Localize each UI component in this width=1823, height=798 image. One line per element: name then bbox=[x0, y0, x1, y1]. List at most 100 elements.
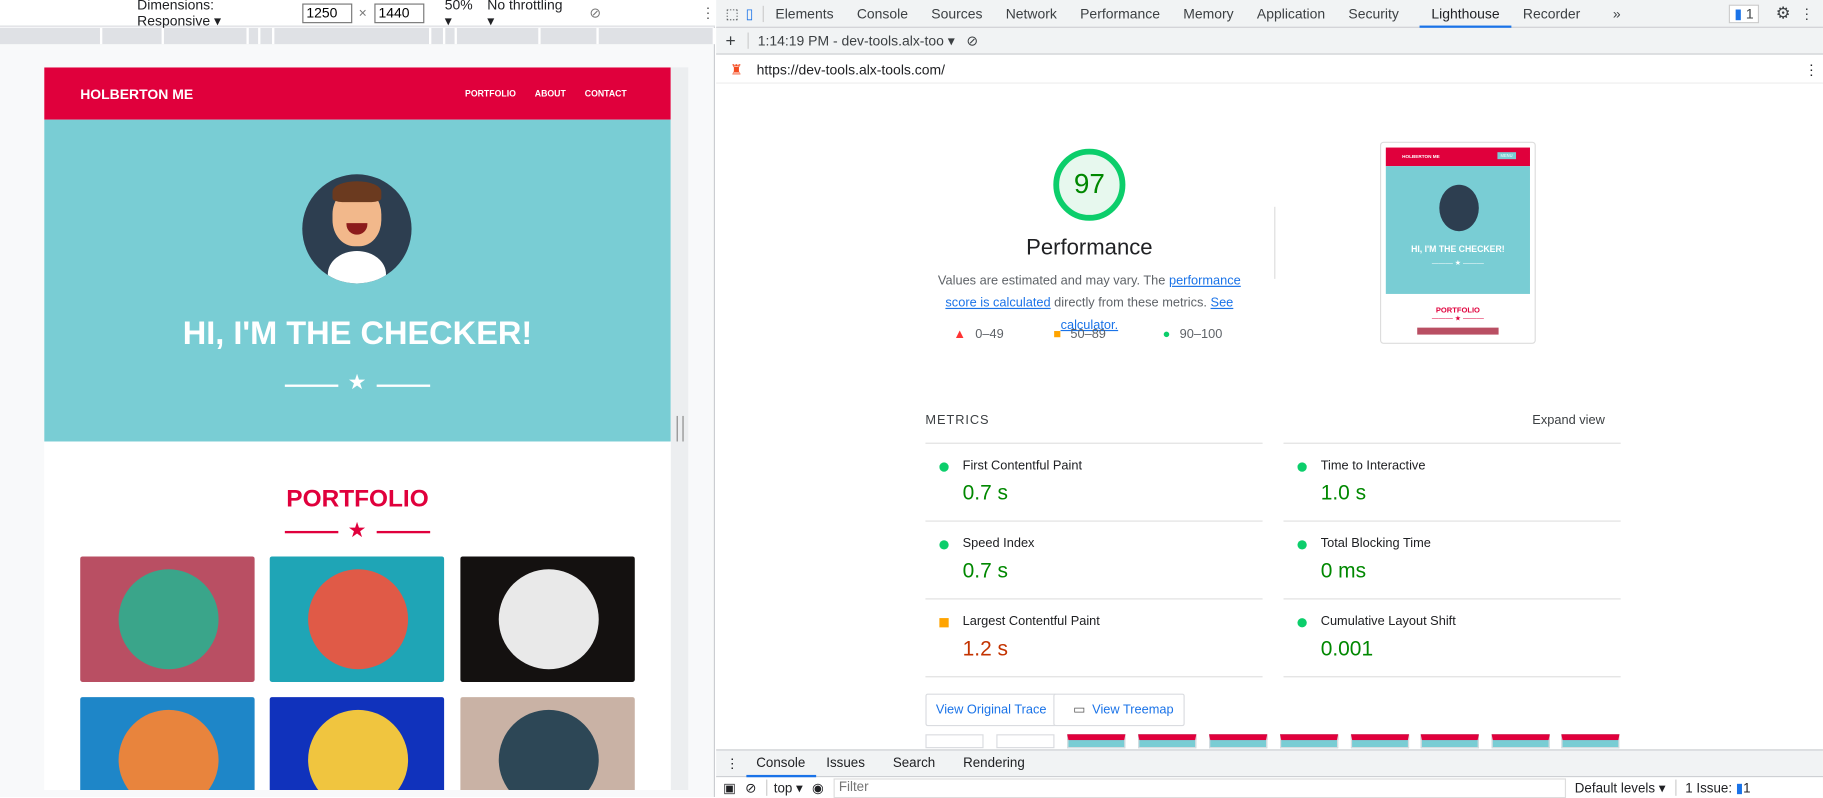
metric-tti: Time to Interactive 1.0 s bbox=[1283, 444, 1621, 522]
tab-lighthouse[interactable]: Lighthouse bbox=[1419, 0, 1512, 28]
tab-application[interactable]: Application bbox=[1245, 0, 1337, 27]
console-issues-button[interactable]: 1 Issue: ▮1 bbox=[1674, 779, 1751, 796]
zoom-select[interactable]: 50% ▾ bbox=[445, 0, 481, 29]
new-report-icon[interactable]: + bbox=[725, 31, 735, 51]
portfolio-tile-cabin[interactable] bbox=[80, 556, 255, 682]
live-expression-icon[interactable]: ◉ bbox=[812, 780, 824, 796]
times-sign: × bbox=[358, 4, 367, 21]
star-icon: ★ bbox=[347, 518, 367, 542]
console-toolbar: ▣ ⊘ top ▾ ◉ Default levels ▾ 1 Issue: ▮1 bbox=[716, 777, 1823, 798]
site-navbar: HOLBERTON ME PORTFOLIO ABOUT CONTACT bbox=[44, 67, 671, 120]
console-filter-input[interactable] bbox=[833, 777, 1566, 798]
drawer-tab-search[interactable]: Search bbox=[882, 750, 945, 777]
issues-badge[interactable]: ▮ 1 bbox=[1728, 4, 1760, 23]
metric-tbt: Total Blocking Time 0 ms bbox=[1283, 522, 1621, 600]
star-icon: ★ bbox=[347, 370, 367, 394]
tab-recorder[interactable]: Recorder bbox=[1511, 0, 1592, 27]
pass-circle-icon: ● bbox=[1162, 327, 1171, 342]
score-value: 97 bbox=[1073, 168, 1105, 200]
sidebar-toggle-icon[interactable]: ▣ bbox=[723, 780, 736, 796]
log-levels-select[interactable]: Default levels ▾ bbox=[1575, 780, 1666, 796]
tab-sources[interactable]: Sources bbox=[920, 0, 994, 27]
divider bbox=[1274, 206, 1276, 279]
report-select[interactable]: 1:14:19 PM - dev-tools.alx-too ▾ bbox=[747, 32, 955, 49]
drawer-tab-console[interactable]: Console bbox=[745, 750, 816, 777]
context-select[interactable]: top ▾ bbox=[765, 779, 803, 796]
report-menu-icon[interactable]: ⋮ bbox=[1804, 61, 1818, 77]
pass-circle-icon bbox=[1297, 540, 1307, 550]
clear-icon[interactable]: ⊘ bbox=[966, 33, 978, 49]
throttling-label: No throttling bbox=[487, 0, 563, 13]
view-treemap-button[interactable]: ▭ View Treemap bbox=[1053, 693, 1185, 727]
metric-name: Time to Interactive bbox=[1320, 458, 1426, 473]
site-nav-contact[interactable]: CONTACT bbox=[585, 88, 627, 98]
device-toolbar: Dimensions: Responsive ▾ × 50% ▾ No thro… bbox=[0, 0, 715, 29]
thumb-title: HI, I'M THE CHECKER! bbox=[1411, 243, 1505, 255]
metric-lcp: Largest Contentful Paint 1.2 s bbox=[925, 599, 1263, 678]
thumb-menu: MENU bbox=[1497, 152, 1517, 160]
drawer-menu-icon[interactable]: ⋮ bbox=[716, 755, 746, 771]
filmstrip-frame bbox=[1350, 734, 1410, 749]
resize-handle[interactable] bbox=[676, 415, 684, 442]
filmstrip-frame bbox=[1420, 734, 1479, 749]
dimensions-select[interactable]: Dimensions: Responsive ▾ bbox=[137, 0, 288, 29]
tab-security[interactable]: Security bbox=[1337, 0, 1411, 27]
lighthouse-icon: ♜ bbox=[730, 60, 743, 78]
emulated-page: HOLBERTON ME PORTFOLIO ABOUT CONTACT HI,… bbox=[44, 67, 671, 791]
portfolio-tile-gamepad[interactable] bbox=[80, 697, 255, 791]
zoom-label: 50% bbox=[444, 0, 473, 13]
metric-cls: Cumulative Layout Shift 0.001 bbox=[1283, 599, 1621, 678]
more-icon[interactable]: ⋮ bbox=[1800, 5, 1814, 21]
thumb-brand: HOLBERTON ME bbox=[1402, 153, 1440, 160]
more-options-icon[interactable]: ⋮ bbox=[701, 5, 715, 21]
site-brand[interactable]: HOLBERTON ME bbox=[80, 86, 193, 102]
filmstrip-frame bbox=[1209, 734, 1268, 749]
height-input[interactable] bbox=[373, 2, 424, 23]
device-toggle-icon[interactable]: ▯ bbox=[746, 5, 764, 22]
more-tabs-button[interactable]: » bbox=[1601, 0, 1632, 27]
tab-network[interactable]: Network bbox=[994, 0, 1068, 27]
width-input[interactable] bbox=[301, 2, 352, 23]
site-nav-portfolio[interactable]: PORTFOLIO bbox=[465, 88, 516, 98]
portfolio-tile-cake[interactable] bbox=[269, 556, 445, 682]
metric-value: 1.2 s bbox=[962, 636, 1009, 660]
portfolio-tile-safe[interactable] bbox=[269, 697, 445, 791]
report-select-label: 1:14:19 PM - dev-tools.alx-too bbox=[757, 32, 944, 49]
pass-circle-icon bbox=[1297, 462, 1307, 472]
issues-count: 1 bbox=[1745, 5, 1754, 22]
throttling-select[interactable]: No throttling ▾ bbox=[487, 0, 566, 29]
portfolio-tile-submarine[interactable] bbox=[460, 697, 635, 791]
metric-name: Cumulative Layout Shift bbox=[1320, 614, 1456, 629]
filmstrip-frame bbox=[996, 734, 1055, 749]
expand-view-toggle[interactable]: Expand view bbox=[1532, 414, 1605, 428]
tab-memory[interactable]: Memory bbox=[1172, 0, 1246, 27]
pass-circle-icon bbox=[939, 462, 949, 472]
tab-elements[interactable]: Elements bbox=[764, 0, 845, 27]
site-nav-about[interactable]: ABOUT bbox=[535, 88, 566, 98]
media-query-bar[interactable] bbox=[0, 27, 715, 45]
metric-si: Speed Index 0.7 s bbox=[925, 522, 1263, 600]
clear-console-icon[interactable]: ⊘ bbox=[745, 780, 756, 796]
inspect-icon[interactable]: ⬚ bbox=[716, 5, 745, 21]
report-url[interactable]: https://dev-tools.alx-tools.com/ bbox=[757, 61, 945, 77]
metric-value: 0.001 bbox=[1320, 636, 1374, 660]
view-trace-button[interactable]: View Original Trace bbox=[925, 693, 1058, 727]
portfolio-tile-circus[interactable] bbox=[460, 556, 635, 682]
devtools-panel: ⬚ ▯ Elements Console Sources Network Per… bbox=[716, 0, 1823, 798]
desc-text: directly from these metrics. bbox=[1050, 296, 1211, 311]
filmstrip-frame bbox=[1138, 734, 1197, 749]
treemap-icon: ▭ bbox=[1073, 702, 1086, 717]
tab-console[interactable]: Console bbox=[845, 0, 919, 27]
rotate-icon[interactable]: ⊘ bbox=[589, 5, 601, 21]
filmstrip-frame bbox=[1067, 734, 1126, 749]
legend-average: 50–89 bbox=[1070, 327, 1106, 342]
settings-icon[interactable]: ⚙ bbox=[1776, 3, 1791, 23]
drawer-tab-issues[interactable]: Issues bbox=[816, 750, 876, 777]
tab-performance[interactable]: Performance bbox=[1069, 0, 1172, 27]
filmstrip-frame bbox=[1491, 734, 1550, 749]
metric-fcp: First Contentful Paint 0.7 s bbox=[925, 444, 1263, 522]
legend-fail: 0–49 bbox=[975, 327, 1004, 342]
filmstrip-frame bbox=[925, 734, 984, 749]
metric-name: Largest Contentful Paint bbox=[962, 614, 1100, 629]
drawer-tab-rendering[interactable]: Rendering bbox=[953, 750, 1036, 777]
